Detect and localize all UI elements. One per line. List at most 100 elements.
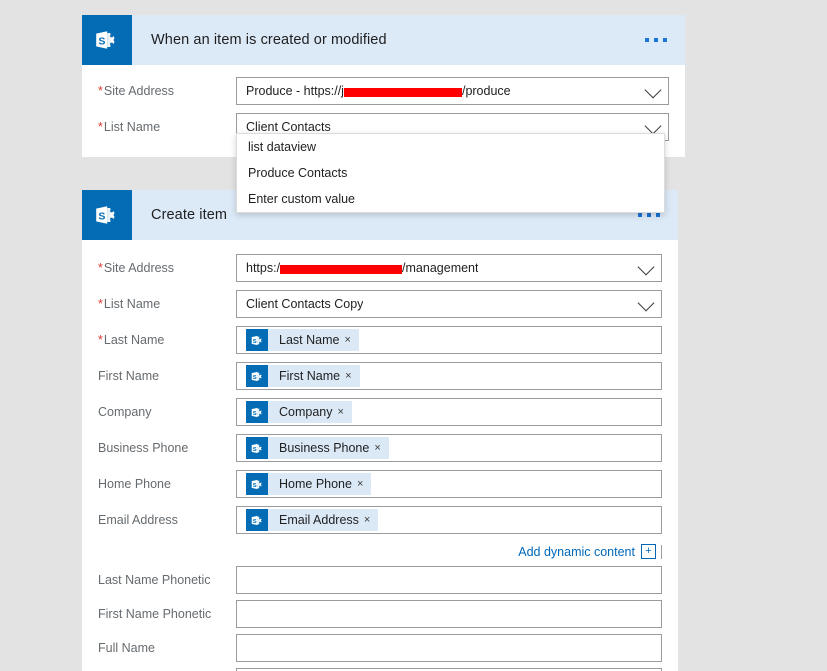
site-address-dropdown[interactable]: Produce - https://j /produce — [236, 77, 669, 105]
sharepoint-icon: S — [246, 437, 268, 459]
field-label-full-name: Full Name — [98, 641, 155, 655]
chevron-down-icon[interactable] — [637, 294, 655, 312]
field-row: *Site Address https:/ /management — [82, 250, 678, 286]
field-label-home-phone: Home Phone — [98, 477, 171, 491]
full-name-input[interactable] — [236, 634, 662, 662]
sharepoint-icon: S — [246, 509, 268, 531]
ellipsis-dot — [654, 38, 658, 42]
field-row: Home Phone S Home Phone × — [82, 466, 678, 502]
remove-token-icon[interactable]: × — [337, 406, 352, 418]
first-name-input[interactable]: S First Name × — [236, 362, 662, 390]
token-label: Company — [279, 405, 333, 419]
field-row: Business Phone S Business Phone × — [82, 430, 678, 466]
remove-token-icon[interactable]: × — [373, 442, 388, 454]
sharepoint-icon: S — [82, 15, 132, 65]
list-name-dropdown-menu[interactable]: list dataview Produce Contacts Enter cus… — [236, 133, 665, 213]
required-asterisk: * — [98, 120, 103, 134]
field-row: First Name Phonetic — [82, 597, 678, 631]
field-label-business-phone: Business Phone — [98, 441, 189, 455]
company-input[interactable]: S Company × — [236, 398, 662, 426]
field-row: Company S Company × — [82, 394, 678, 430]
field-label-company: Company — [98, 405, 152, 419]
ellipsis-dot — [647, 213, 651, 217]
sharepoint-icon: S — [246, 365, 268, 387]
chevron-down-icon[interactable] — [637, 258, 655, 276]
trigger-card-header[interactable]: S When an item is created or modified — [82, 15, 685, 65]
email-address-input[interactable]: S Email Address × — [236, 506, 662, 534]
field-label-site-address: *Site Address — [98, 261, 175, 275]
action-card: S Create item *Site Address https:/ /man… — [82, 190, 678, 671]
sharepoint-icon: S — [246, 473, 268, 495]
first-name-phonetic-input[interactable] — [236, 600, 662, 628]
chevron-down-icon[interactable] — [644, 117, 662, 135]
action-card-body: *Site Address https:/ /management *List … — [82, 240, 678, 671]
dropdown-option-list-dataview[interactable]: list dataview — [237, 134, 664, 160]
field-label-last-name-phonetic: Last Name Phonetic — [98, 573, 211, 587]
sharepoint-icon: S — [82, 190, 132, 240]
field-row: First Name S First Name × — [82, 358, 678, 394]
ellipsis-dot — [663, 38, 667, 42]
dropdown-option-enter-custom-value[interactable]: Enter custom value — [237, 186, 664, 212]
required-asterisk: * — [98, 297, 103, 311]
remove-token-icon[interactable]: × — [343, 334, 358, 346]
chevron-down-icon[interactable] — [644, 81, 662, 99]
list-name-dropdown[interactable]: Client Contacts Copy — [236, 290, 662, 318]
dynamic-content-token[interactable]: S Email Address × — [246, 509, 379, 531]
required-asterisk: * — [98, 333, 103, 347]
site-address-value: https:/ /management — [246, 261, 479, 275]
field-label-last-name: *Last Name — [98, 333, 165, 347]
field-label-list-name: *List Name — [98, 120, 161, 134]
add-dynamic-content-row: Add dynamic content + — [82, 538, 678, 563]
trigger-card-title: When an item is created or modified — [151, 32, 387, 48]
dropdown-option-produce-contacts[interactable]: Produce Contacts — [237, 160, 664, 186]
token-label: Email Address — [279, 513, 359, 527]
sharepoint-icon: S — [246, 401, 268, 423]
field-row: Last Name Phonetic — [82, 563, 678, 597]
plus-box-icon[interactable]: + — [641, 544, 656, 559]
flow-designer-canvas: S When an item is created or modified *S… — [0, 0, 827, 671]
dynamic-content-token[interactable]: S Home Phone × — [246, 473, 372, 495]
field-row: *Site Address Produce - https://j /produ… — [82, 73, 685, 109]
last-name-phonetic-input[interactable] — [236, 566, 662, 594]
required-asterisk: * — [98, 261, 103, 275]
business-phone-input[interactable]: S Business Phone × — [236, 434, 662, 462]
token-label: Last Name — [279, 333, 340, 347]
site-address-dropdown[interactable]: https:/ /management — [236, 254, 662, 282]
field-label-email-address: Email Address — [98, 513, 178, 527]
dynamic-content-token[interactable]: S Company × — [246, 401, 352, 423]
token-label: First Name — [279, 369, 341, 383]
field-label-site-address: *Site Address — [98, 84, 175, 98]
list-name-value: Client Contacts Copy — [246, 297, 364, 311]
svg-text:S: S — [252, 338, 256, 344]
ellipsis-dot — [638, 213, 642, 217]
field-row: *Last Name S Last Name × — [82, 322, 678, 358]
dynamic-content-token[interactable]: S Business Phone × — [246, 437, 389, 459]
dynamic-content-token[interactable]: S Last Name × — [246, 329, 359, 351]
redaction-bar — [343, 87, 462, 97]
remove-token-icon[interactable]: × — [363, 514, 378, 526]
add-dynamic-content-link[interactable]: Add dynamic content — [518, 545, 635, 559]
list-name-value: Client Contacts — [246, 120, 331, 134]
field-row: Full Name — [82, 631, 678, 665]
home-phone-input[interactable]: S Home Phone × — [236, 470, 662, 498]
svg-text:S: S — [252, 482, 256, 488]
svg-text:S: S — [252, 446, 256, 452]
field-row: *List Name Client Contacts Copy — [82, 286, 678, 322]
remove-token-icon[interactable]: × — [356, 478, 371, 490]
field-label-first-name-phonetic: First Name Phonetic — [98, 607, 212, 621]
ellipsis-dot — [645, 38, 649, 42]
svg-text:S: S — [252, 518, 256, 524]
remove-token-icon[interactable]: × — [344, 370, 359, 382]
redaction-bar — [280, 264, 403, 274]
last-name-input[interactable]: S Last Name × — [236, 326, 662, 354]
svg-text:S: S — [98, 210, 105, 222]
svg-text:S: S — [252, 410, 256, 416]
token-label: Business Phone — [279, 441, 370, 455]
ellipsis-dot — [656, 213, 660, 217]
token-label: Home Phone — [279, 477, 352, 491]
action-card-title: Create item — [151, 207, 228, 223]
site-address-value: Produce - https://j /produce — [246, 84, 511, 98]
ellipsis-icon[interactable] — [641, 32, 671, 48]
dynamic-content-token[interactable]: S First Name × — [246, 365, 360, 387]
sharepoint-icon: S — [246, 329, 268, 351]
